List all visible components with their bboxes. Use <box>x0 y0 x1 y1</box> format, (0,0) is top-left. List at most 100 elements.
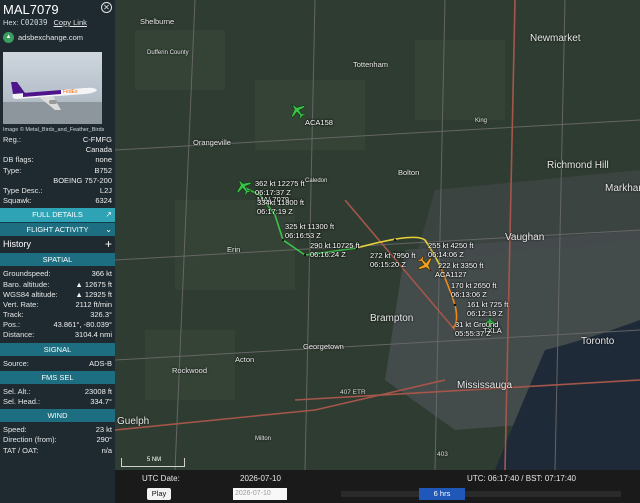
fedex-livery-text: FedEx <box>63 89 78 95</box>
detail-key: Type Desc.: <box>3 185 43 195</box>
aircraft-label-aca1127[interactable]: ACA1127 <box>435 270 467 280</box>
history-label: History <box>3 238 32 249</box>
fms-value: 334.7° <box>90 397 112 406</box>
scale-bar: 5 NM <box>121 457 185 467</box>
detail-row: Type: B752 <box>0 166 115 176</box>
place-label: Brampton <box>370 313 414 324</box>
aircraft-label-aca158[interactable]: ACA158 <box>305 118 333 128</box>
place-label: Markham <box>605 183 640 194</box>
section-signal[interactable]: SIGNAL <box>0 342 115 356</box>
track-label: 31 kt Ground 05:55:37 Z <box>455 320 499 338</box>
flight-activity-button[interactable]: FLIGHT ACTIVITY ⌄ <box>0 222 115 237</box>
detail-row: BOEING 757-200 <box>0 176 115 186</box>
map-view[interactable]: Shelburne Newmarket Tottenham Orangevill… <box>115 0 640 470</box>
replay-bar: UTC Date: 2026-07-10 UTC: 06:17:40 / BST… <box>115 470 640 503</box>
spatial-value: ▲ 12675 ft <box>75 279 112 289</box>
detail-key: Type: <box>3 165 22 175</box>
spatial-key: Track: <box>3 310 24 320</box>
aircraft-photo[interactable]: FedEx <box>3 52 102 124</box>
wind-value: n/a <box>101 445 112 455</box>
spatial-key: WGS84 altitude: <box>3 289 58 299</box>
detail-value: BOEING 757-200 <box>53 175 112 185</box>
full-details-button[interactable]: FULL DETAILS ↗ <box>0 208 115 223</box>
utc-date-label: UTC Date: <box>142 474 180 483</box>
place-label: Acton <box>235 355 255 364</box>
place-label: Bolton <box>398 168 420 177</box>
detail-value: L2J <box>99 185 112 195</box>
section-wind[interactable]: WIND <box>0 409 115 423</box>
detail-value: C-FMFG <box>82 135 112 144</box>
range-handle[interactable]: 6 hrs <box>419 488 465 500</box>
spatial-value: 326.3° <box>90 310 112 320</box>
section-fms-sel[interactable]: FMS SEL <box>0 370 115 384</box>
full-details-label: FULL DETAILS <box>32 210 83 220</box>
panel-header: MAL7079 Hex: C02039 Copy Link ✕ <box>0 0 115 30</box>
fms-key: Sel. Head.: <box>3 397 41 406</box>
place-label: Richmond Hill <box>547 160 609 171</box>
app-window: MAL7079 Hex: C02039 Copy Link ✕ ▲ adsbexch… <box>0 0 640 503</box>
scale-label: 5 NM <box>146 457 162 463</box>
place-label: Guelph <box>117 416 150 427</box>
track-label: 255 kt 4250 ft 06:14:06 Z <box>428 241 474 259</box>
utc-time: UTC: 06:17:40 / BST: 07:17:40 <box>467 474 576 483</box>
place-label: Tottenham <box>353 60 389 69</box>
spatial-row: Pos.: 43.861°, -80.039° <box>0 320 115 330</box>
hex-value: C02039 <box>20 18 48 27</box>
adsbexchange-logo-icon: ▲ <box>3 31 14 43</box>
place-label: Newmarket <box>530 33 581 44</box>
external-link-icon: ↗ <box>105 210 112 220</box>
source-link[interactable]: adsbexchange.com <box>18 33 83 42</box>
spatial-key: Groundspeed: <box>3 269 51 279</box>
wind-row: TAT / OAT: n/a <box>0 446 115 456</box>
track-label: 334kt 11800 ft 06:17:19 Z <box>257 198 304 216</box>
detail-row: Squawk: 6324 <box>0 196 115 206</box>
signal-list: Source: ADS-B <box>0 359 115 369</box>
chevron-down-icon: ⌄ <box>105 225 112 235</box>
spatial-row: Vert. Rate: 2112 ft/min <box>0 300 115 310</box>
spatial-value: 43.861°, -80.039° <box>53 320 112 330</box>
wind-list: Speed: 23 kt Direction (from): 290° TAT / OA… <box>0 425 115 456</box>
plus-icon[interactable]: + <box>105 237 112 251</box>
utc-date-value: 2026-07-10 <box>240 474 281 483</box>
place-label: Mississauga <box>457 380 513 391</box>
replay-slider-track[interactable] <box>341 491 621 497</box>
detail-key: Squawk: <box>3 196 32 206</box>
hex-label: Hex: <box>3 18 19 27</box>
detail-value: 6324 <box>95 196 112 206</box>
map-base <box>115 0 640 470</box>
photo-caption: Image © Metal_Birds_and_Feather_Birds <box>3 127 105 133</box>
fms-list: Sel. Alt.: 23008 ft Sel. Head.: 334.7° <box>0 387 115 407</box>
spatial-list: Groundspeed: 366 kt Baro. altitude: ▲ 12675… <box>0 269 115 340</box>
place-label: Orangeville <box>193 138 231 147</box>
road-label: 407 ETR <box>340 389 366 396</box>
wind-row: Speed: 23 kt <box>0 425 115 435</box>
wind-value: 23 kt <box>95 425 112 435</box>
detail-row: DB flags: none <box>0 155 115 165</box>
close-icon[interactable]: ✕ <box>101 2 112 13</box>
place-label: Caledon <box>305 178 328 184</box>
hex-row: Hex: C02039 Copy Link <box>3 18 112 27</box>
history-toggle[interactable]: History + <box>0 236 115 251</box>
copy-link[interactable]: Copy Link <box>54 18 87 27</box>
fms-value: 23008 ft <box>84 386 112 396</box>
spatial-value: ▲ 12925 ft <box>75 289 112 299</box>
spatial-key: Baro. altitude: <box>3 279 50 289</box>
spatial-row: WGS84 altitude: ▲ 12925 ft <box>0 290 115 300</box>
flight-activity-label: FLIGHT ACTIVITY <box>26 225 89 235</box>
fms-row: Sel. Head.: 334.7° <box>0 397 115 407</box>
wind-key: Direction (from): <box>3 435 57 445</box>
detail-row: Type Desc.: L2J <box>0 186 115 196</box>
aircraft-info-panel: MAL7079 Hex: C02039 Copy Link ✕ ▲ adsbexch… <box>0 0 115 503</box>
detail-key: Reg.: <box>3 135 21 144</box>
detail-row: Reg.: C-FMFG <box>0 135 115 145</box>
source-row[interactable]: ▲ adsbexchange.com <box>0 30 115 44</box>
date-input[interactable]: 2026-07-10 <box>233 488 287 500</box>
signal-key: Source: <box>3 358 29 368</box>
spatial-row: Groundspeed: 366 kt <box>0 269 115 279</box>
place-label: Vaughan <box>505 232 545 243</box>
wind-key: Speed: <box>3 425 27 435</box>
play-button[interactable]: Play <box>147 488 171 500</box>
track-label: 325 kt 11300 ft 06:16:53 Z <box>285 222 335 240</box>
section-spatial[interactable]: SPATIAL <box>0 253 115 267</box>
place-label: King <box>475 118 488 124</box>
